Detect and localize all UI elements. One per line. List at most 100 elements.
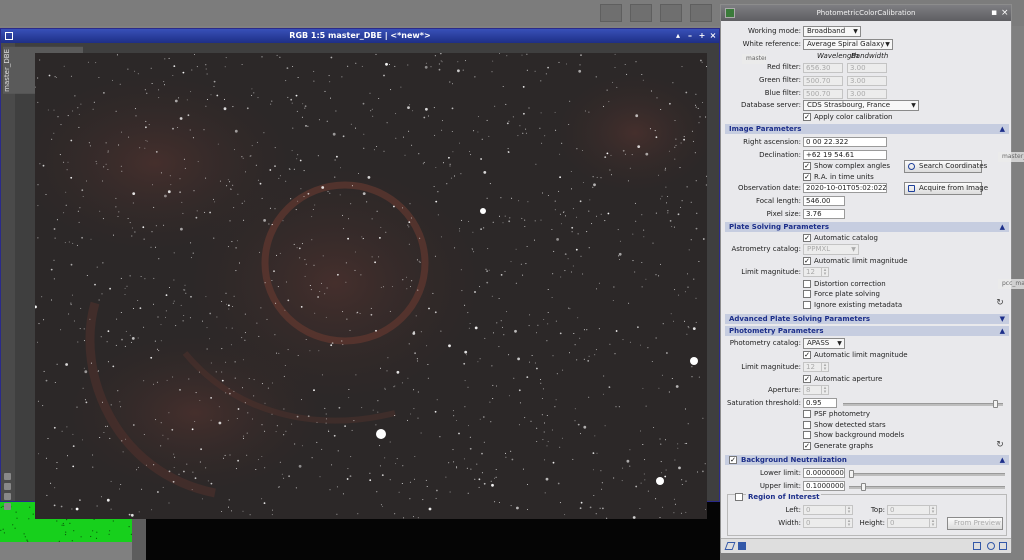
photometry-parameters-header[interactable]: Photometry Parameters ▲ <box>725 326 1009 336</box>
upper-limit-field[interactable]: 0.1000000 <box>803 481 845 491</box>
reset-icon[interactable]: ↻ <box>995 298 1005 308</box>
maximize-icon[interactable]: + <box>697 29 707 43</box>
ignore-metadata-checkbox[interactable] <box>803 301 811 309</box>
from-preview-button[interactable]: From Preview <box>947 517 1003 530</box>
show-background-models-checkbox[interactable] <box>803 431 811 439</box>
red-bandwidth-field[interactable]: 3.00 <box>847 63 887 73</box>
expand-icon[interactable]: ▼ <box>1000 314 1005 324</box>
plate-limit-mag-spinbox[interactable]: 12 ▴ ▾ <box>803 267 829 277</box>
photometry-catalog-select[interactable]: APASS ▼ <box>803 338 845 349</box>
working-mode-select[interactable]: Broadband ▼ <box>803 26 861 37</box>
pcc-dialog[interactable]: PhotometricColorCalibration ▪ × Working … <box>720 4 1012 553</box>
collapse-icon[interactable]: ▲ <box>1000 326 1005 336</box>
blue-wavelength-field[interactable]: 500.70 <box>803 89 843 99</box>
star <box>264 282 266 284</box>
star <box>591 223 593 225</box>
tool-icon[interactable] <box>4 503 11 510</box>
shade-icon[interactable]: ▪ <box>991 5 997 21</box>
shelf-label-master-dbe-crop[interactable]: master_DBE_crop <box>998 152 1024 162</box>
acquire-from-image-button[interactable]: Acquire from Image <box>904 182 988 195</box>
spin-arrows-icon[interactable]: ▴ ▾ <box>821 386 828 395</box>
plate-solving-header[interactable]: Plate Solving Parameters ▲ <box>725 222 1009 232</box>
spin-arrows-icon[interactable]: ▴ ▾ <box>929 506 936 515</box>
apply-global-icon[interactable] <box>738 542 746 550</box>
star <box>601 482 603 484</box>
astrometry-catalog-select[interactable]: PPMXL ▼ <box>803 244 859 255</box>
green-wavelength-field[interactable]: 500.70 <box>803 76 843 86</box>
red-wavelength-field[interactable]: 656.30 <box>803 63 843 73</box>
observation-date-field[interactable]: 2020-10-01T05:02:02Z <box>803 183 887 193</box>
aperture-spinbox[interactable]: 8 ▴ ▾ <box>803 385 829 395</box>
plate-auto-limit-mag-checkbox[interactable]: ✓ <box>803 257 811 265</box>
star <box>339 194 341 196</box>
spin-arrows-icon[interactable]: ▴ ▾ <box>821 268 828 277</box>
tool-icon[interactable] <box>4 473 11 480</box>
star <box>494 477 495 479</box>
new-instance-icon[interactable] <box>724 542 736 550</box>
blue-bandwidth-field[interactable]: 3.00 <box>847 89 887 99</box>
star <box>432 292 434 294</box>
minimize-icon[interactable]: – <box>685 29 695 43</box>
help-icon[interactable] <box>987 542 995 550</box>
ra-time-units-checkbox[interactable]: ✓ <box>803 173 811 181</box>
collapse-icon[interactable]: ▲ <box>1000 222 1005 232</box>
lower-limit-slider[interactable] <box>849 470 1005 478</box>
advanced-plate-solving-header[interactable]: Advanced Plate Solving Parameters ▼ <box>725 314 1009 324</box>
close-icon[interactable]: × <box>708 29 718 43</box>
reset-icon[interactable]: ↻ <box>995 440 1005 450</box>
white-reference-select[interactable]: Average Spiral Galaxy ▼ <box>803 39 893 50</box>
pixel-size-field[interactable]: 3.76 <box>803 209 845 219</box>
background-neutralization-header[interactable]: ✓ Background Neutralization ▲ <box>725 455 1009 465</box>
automatic-aperture-checkbox[interactable]: ✓ <box>803 375 811 383</box>
slider-handle[interactable] <box>849 470 854 478</box>
star <box>559 176 561 179</box>
photo-limit-mag-spinbox[interactable]: 12 ▴ ▾ <box>803 362 829 372</box>
psf-photometry-checkbox[interactable] <box>803 410 811 418</box>
database-server-select[interactable]: CDS Strasbourg, France ▼ <box>803 100 919 111</box>
collapse-icon[interactable]: ▲ <box>1000 124 1005 134</box>
shelf-label-master-dbe[interactable]: master_DBE <box>742 54 766 64</box>
image-parameters-header[interactable]: Image Parameters ▲ <box>725 124 1009 134</box>
star <box>98 77 100 78</box>
apply-color-calibration-checkbox[interactable]: ✓ <box>803 113 811 121</box>
shade-icon[interactable]: ▴ <box>673 29 683 43</box>
slider-handle[interactable] <box>993 400 998 408</box>
focal-length-field[interactable]: 546.00 <box>803 196 845 206</box>
tool-icon[interactable] <box>4 493 11 500</box>
upper-limit-slider[interactable] <box>849 483 1005 491</box>
automatic-catalog-checkbox[interactable]: ✓ <box>803 234 811 242</box>
lower-limit-field[interactable]: 0.0000000 <box>803 468 845 478</box>
close-icon[interactable]: × <box>1001 5 1009 21</box>
spin-arrows-icon[interactable]: ▴ ▾ <box>821 363 828 372</box>
saturation-slider[interactable] <box>843 400 1003 408</box>
image-window[interactable]: RGB 1:5 master_DBE | <*new*> ▴ – + × mas… <box>0 28 720 519</box>
astro-image-canvas[interactable] <box>35 53 707 519</box>
slider-handle[interactable] <box>861 483 866 491</box>
image-window-titlebar[interactable]: RGB 1:5 master_DBE | <*new*> ▴ – + × <box>1 29 719 43</box>
dec-field[interactable]: +62 19 54.61 <box>803 150 887 160</box>
force-plate-solving-checkbox[interactable] <box>803 290 811 298</box>
distortion-correction-checkbox[interactable] <box>803 280 811 288</box>
roi-height-spinbox[interactable]: 0 ▴ ▾ <box>887 518 937 528</box>
saturation-threshold-field[interactable]: 0.95 <box>803 398 837 408</box>
search-coordinates-button[interactable]: Search Coordinates <box>904 160 987 173</box>
green-bandwidth-field[interactable]: 3.00 <box>847 76 887 86</box>
reset-all-icon[interactable] <box>999 542 1007 550</box>
generate-graphs-checkbox[interactable]: ✓ <box>803 442 811 450</box>
roi-top-spinbox[interactable]: 0 ▴ ▾ <box>887 505 937 515</box>
star <box>522 468 524 470</box>
dialog-titlebar[interactable]: PhotometricColorCalibration ▪ × <box>721 5 1011 21</box>
ra-field[interactable]: 0 00 22.322 <box>803 137 887 147</box>
star <box>112 365 115 368</box>
region-of-interest-checkbox[interactable] <box>735 493 743 501</box>
apply-icon[interactable] <box>973 542 981 550</box>
photo-auto-limit-mag-checkbox[interactable]: ✓ <box>803 351 811 359</box>
tool-icon[interactable] <box>4 483 11 490</box>
background-neutralization-checkbox[interactable]: ✓ <box>729 456 737 464</box>
show-complex-angles-checkbox[interactable]: ✓ <box>803 162 811 170</box>
collapse-icon[interactable]: ▲ <box>1000 455 1005 465</box>
show-detected-stars-checkbox[interactable] <box>803 421 811 429</box>
spin-arrows-icon[interactable]: ▴ ▾ <box>929 519 936 528</box>
star <box>182 289 184 291</box>
shelf-label-pcc-master-dbe[interactable]: pcc_master_DBE <box>998 279 1024 289</box>
